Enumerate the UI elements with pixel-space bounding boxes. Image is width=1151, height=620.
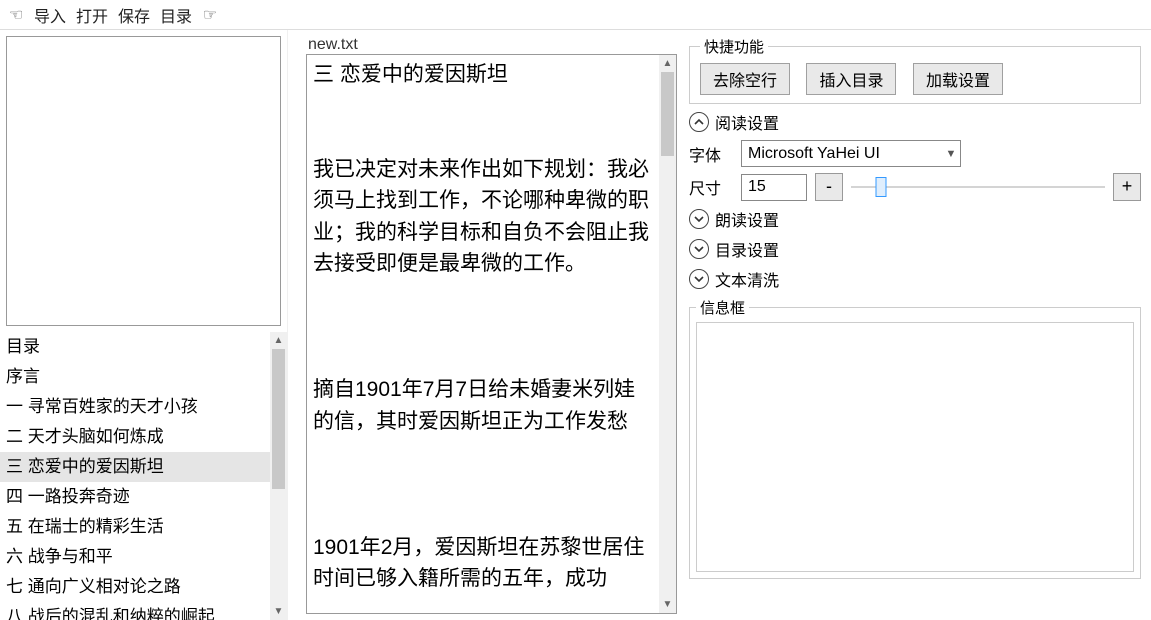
info-box-legend: 信息框: [696, 297, 749, 318]
hand-left-icon[interactable]: ☜: [6, 5, 26, 25]
preview-box: [6, 36, 281, 326]
editor-scrollbar[interactable]: ▲ ▼: [659, 55, 676, 613]
section-speech-settings[interactable]: 朗读设置: [689, 207, 1141, 231]
menu-open[interactable]: 打开: [74, 3, 110, 27]
size-plus-button[interactable]: +: [1113, 173, 1141, 201]
size-input[interactable]: [741, 174, 807, 201]
toc-item[interactable]: 四 一路投奔奇迹: [0, 482, 270, 512]
strip-blank-button[interactable]: 去除空行: [700, 63, 790, 95]
font-label: 字体: [689, 142, 733, 166]
toc-item[interactable]: 一 寻常百姓家的天才小孩: [0, 392, 270, 422]
menu-import[interactable]: 导入: [32, 3, 68, 27]
toc-item[interactable]: 三 恋爱中的爱因斯坦: [0, 452, 270, 482]
chevron-down-icon: [689, 239, 709, 259]
top-toolbar: ☜ 导入 打开 保存 目录 ☞: [0, 0, 1151, 30]
toc-item[interactable]: 二 天才头脑如何炼成: [0, 422, 270, 452]
quick-actions-legend: 快捷功能: [700, 36, 768, 57]
hand-right-icon[interactable]: ☞: [200, 5, 220, 25]
scroll-down-icon[interactable]: ▼: [659, 596, 676, 613]
insert-toc-button[interactable]: 插入目录: [806, 63, 896, 95]
filename-label: new.txt: [306, 36, 677, 54]
info-box[interactable]: [696, 322, 1134, 572]
section-label: 文本清洗: [715, 267, 779, 291]
scroll-thumb[interactable]: [272, 349, 285, 489]
toc-scrollbar[interactable]: ▲ ▼: [270, 332, 287, 620]
chevron-down-icon: [689, 269, 709, 289]
section-label: 目录设置: [715, 237, 779, 261]
scroll-up-icon[interactable]: ▲: [659, 55, 676, 72]
section-toc-settings[interactable]: 目录设置: [689, 237, 1141, 261]
scroll-up-icon[interactable]: ▲: [270, 332, 287, 349]
settings-panel: 快捷功能 去除空行 插入目录 加载设置 阅读设置 字体 Microsoft Ya…: [683, 30, 1151, 620]
left-panel: 目录序言一 寻常百姓家的天才小孩二 天才头脑如何炼成三 恋爱中的爱因斯坦四 一路…: [0, 30, 288, 620]
menu-toc[interactable]: 目录: [158, 3, 194, 27]
font-combobox[interactable]: Microsoft YaHei UI ▼: [741, 140, 961, 167]
chevron-down-icon: [689, 209, 709, 229]
menu-save[interactable]: 保存: [116, 3, 152, 27]
section-label: 朗读设置: [715, 207, 779, 231]
font-value: Microsoft YaHei UI: [748, 145, 942, 163]
size-slider[interactable]: [851, 177, 1105, 197]
editor-panel: new.txt 三 恋爱中的爱因斯坦 我已决定对未来作出如下规划：我必须马上找到…: [288, 30, 683, 620]
info-box-group: 信息框: [689, 297, 1141, 579]
quick-actions-group: 快捷功能 去除空行 插入目录 加载设置: [689, 36, 1141, 104]
toc-item[interactable]: 八 战后的混乱和纳粹的崛起: [0, 602, 270, 620]
toc-list[interactable]: 目录序言一 寻常百姓家的天才小孩二 天才头脑如何炼成三 恋爱中的爱因斯坦四 一路…: [0, 332, 270, 620]
chevron-down-icon: ▼: [942, 148, 960, 160]
chevron-up-icon: [689, 112, 709, 132]
section-read-settings[interactable]: 阅读设置: [689, 110, 1141, 134]
load-settings-button[interactable]: 加载设置: [913, 63, 1003, 95]
scroll-down-icon[interactable]: ▼: [270, 603, 287, 620]
toc-item[interactable]: 六 战争与和平: [0, 542, 270, 572]
scroll-thumb[interactable]: [661, 72, 674, 156]
section-label: 阅读设置: [715, 110, 779, 134]
size-label: 尺寸: [689, 175, 733, 199]
section-text-clean[interactable]: 文本清洗: [689, 267, 1141, 291]
toc-item[interactable]: 七 通向广义相对论之路: [0, 572, 270, 602]
slider-knob[interactable]: [876, 177, 887, 197]
toc-item[interactable]: 五 在瑞士的精彩生活: [0, 512, 270, 542]
content-textarea[interactable]: 三 恋爱中的爱因斯坦 我已决定对未来作出如下规划：我必须马上找到工作，不论哪种卑…: [307, 55, 659, 613]
toc-item[interactable]: 序言: [0, 362, 270, 392]
toc-item[interactable]: 目录: [0, 332, 270, 362]
size-minus-button[interactable]: -: [815, 173, 843, 201]
